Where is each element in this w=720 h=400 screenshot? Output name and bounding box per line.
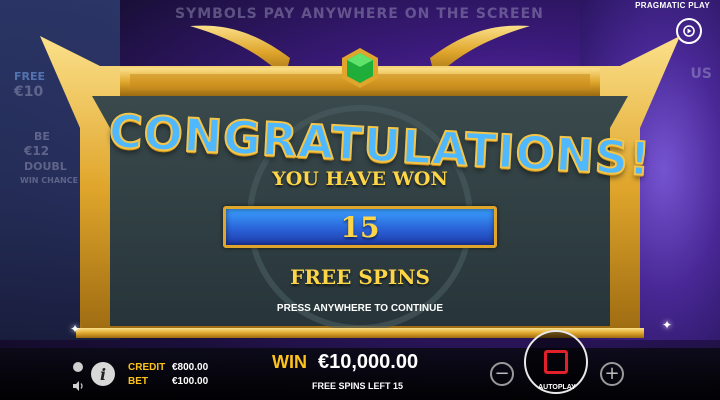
increase-bet-button[interactable]: + — [600, 362, 624, 386]
menu-icon[interactable] — [73, 362, 83, 372]
gem-icon — [342, 48, 378, 88]
autoplay-button[interactable]: AUTOPLAY — [532, 384, 582, 391]
bet-label: BET — [128, 376, 148, 387]
win-value: €10,000.00 — [318, 351, 419, 373]
free-spins-label: FREE SPINS — [290, 265, 430, 289]
info-icon: i — [99, 364, 107, 384]
info-button[interactable]: i — [91, 362, 115, 386]
continue-prompt: PRESS ANYWHERE TO CONTINUE — [276, 303, 444, 314]
free-spins-count: 15 — [340, 210, 380, 244]
background-free-amount: €10 — [14, 84, 44, 100]
credit-label: CREDIT — [128, 362, 166, 373]
stop-icon — [544, 350, 568, 374]
sparkle-icon: ✦ — [70, 322, 81, 336]
brand-logo: PRAGMATIC PLAY — [635, 1, 710, 10]
congratulations-popup[interactable]: CONGRATULATIONS! YOU HAVE WON 15 FREE SP… — [40, 18, 680, 348]
win-label: WIN — [272, 352, 307, 372]
background-right-fragment: US — [690, 66, 712, 82]
bet-value: €100.00 — [172, 376, 209, 387]
you-have-won-label: YOU HAVE WON — [272, 168, 448, 190]
decrease-bet-button[interactable]: − — [490, 362, 514, 386]
sound-icon — [683, 25, 695, 37]
free-spins-left: FREE SPINS LEFT 15 — [312, 381, 404, 391]
credit-value: €800.00 — [172, 362, 209, 373]
speaker-icon[interactable] — [72, 380, 84, 392]
free-spins-count-bar: 15 — [223, 206, 497, 248]
sparkle-icon: ✦ — [662, 318, 673, 332]
